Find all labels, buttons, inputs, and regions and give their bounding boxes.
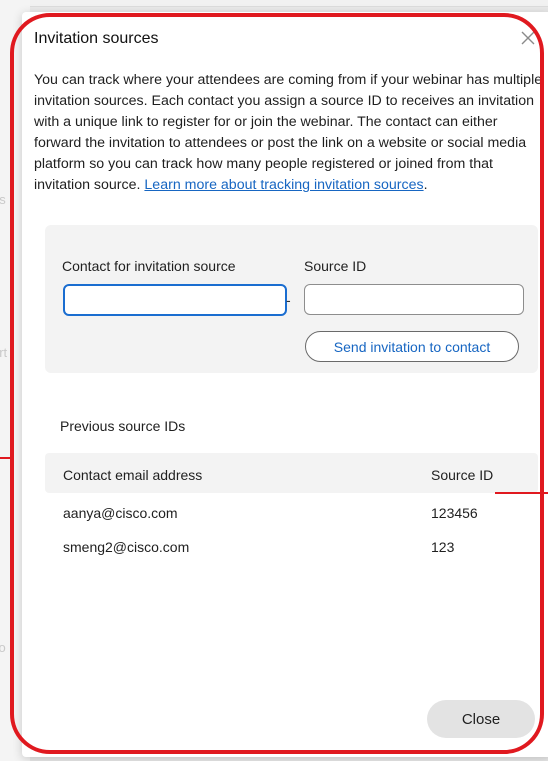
column-header-email: Contact email address [63, 467, 203, 483]
row-email: smeng2@cisco.com [63, 539, 190, 555]
close-button[interactable]: Close [427, 700, 535, 738]
table-row: smeng2@cisco.com 123 [45, 539, 538, 563]
learn-more-link[interactable]: Learn more about tracking invitation sou… [144, 177, 423, 193]
send-invitation-button[interactable]: Send invitation to contact [305, 331, 519, 362]
page: es ort co Invitation sources You can tra… [0, 0, 548, 761]
contact-label: Contact for invitation source [62, 258, 236, 274]
background-label: es [0, 192, 6, 207]
table-header: Contact email address Source ID [45, 453, 538, 493]
contact-input[interactable] [63, 284, 287, 316]
dialog-title: Invitation sources [34, 30, 159, 47]
table-row: aanya@cisco.com 123456 [45, 505, 538, 529]
learn-more-suffix: . [423, 177, 428, 193]
contact-form-panel: Contact for invitation source Source ID … [45, 225, 538, 373]
close-icon[interactable] [516, 26, 540, 50]
column-header-source-id: Source ID [431, 467, 494, 483]
row-source-id: 123 [431, 539, 455, 555]
field-separator: - [286, 292, 291, 308]
row-source-id: 123456 [431, 505, 478, 521]
description-text: You can track where your attendees are c… [34, 72, 543, 193]
source-id-input[interactable] [304, 284, 524, 315]
previous-source-ids-title: Previous source IDs [60, 418, 186, 434]
background-label: ort [0, 345, 8, 360]
dialog-description: You can track where your attendees are c… [34, 70, 544, 196]
background-label: co [0, 640, 6, 655]
row-email: aanya@cisco.com [63, 505, 178, 521]
invitation-sources-dialog: Invitation sources You can track where y… [22, 12, 548, 757]
source-id-label: Source ID [304, 258, 367, 274]
background-top-bar [30, 0, 548, 7]
